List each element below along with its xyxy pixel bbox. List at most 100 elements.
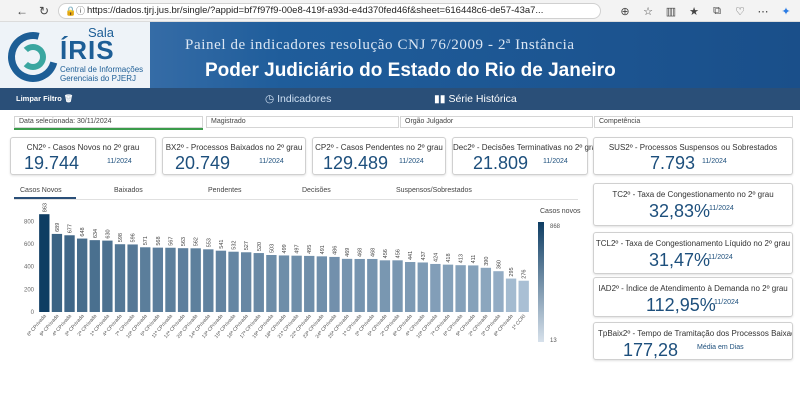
bar[interactable] bbox=[468, 265, 479, 312]
split-screen-icon[interactable]: ▥ bbox=[663, 3, 679, 19]
bar-value-label: 863 bbox=[42, 203, 48, 212]
bar[interactable] bbox=[228, 251, 239, 312]
bar[interactable] bbox=[89, 240, 100, 312]
bar[interactable] bbox=[442, 264, 454, 312]
bar[interactable] bbox=[278, 255, 290, 312]
rate-card-tc2[interactable]: TC2º - Taxa de Congestionamento no 2º gr… bbox=[593, 183, 793, 226]
copilot-icon[interactable]: ✦ bbox=[778, 3, 794, 19]
bar-value-label: 677 bbox=[68, 224, 74, 233]
favorites-list-icon[interactable]: ★ bbox=[686, 3, 702, 19]
health-icon[interactable]: ♡ bbox=[732, 3, 748, 19]
bar[interactable] bbox=[152, 247, 164, 312]
tab-decisoes[interactable]: Decisões bbox=[302, 187, 331, 194]
legend-max: 868 bbox=[550, 224, 561, 230]
kpi-period: 11/2024 bbox=[399, 158, 424, 165]
bar[interactable] bbox=[430, 263, 441, 312]
bar[interactable] bbox=[114, 244, 126, 312]
tab-history[interactable]: ▮▮ Série Histórica bbox=[434, 93, 517, 105]
bar[interactable] bbox=[127, 244, 138, 312]
filter-competence-label: Competência bbox=[599, 118, 641, 125]
bar-chart-icon: ▮▮ bbox=[434, 93, 446, 105]
bar-value-label: 276 bbox=[522, 270, 528, 279]
clear-filter-button[interactable]: Limpar Filtro 🗑 bbox=[16, 94, 73, 103]
y-tick-label: 400 bbox=[24, 265, 35, 271]
rate-card-tpbaix2[interactable]: TpBaix2º - Tempo de Tramitação dos Proce… bbox=[593, 322, 793, 360]
kpi-card-sus2[interactable]: SUS2º - Processos Suspensos ou Sobrestad… bbox=[593, 137, 793, 175]
tab-indicators[interactable]: ◷ Indicadores bbox=[265, 93, 331, 105]
casos-novos-bar-chart[interactable]: 0 200 400 600 800 863 689 677 648 634 630 598 596 57… bbox=[10, 200, 580, 390]
bar[interactable] bbox=[140, 247, 151, 312]
kpi-card-cn2[interactable]: CN2º - Casos Novos no 2º grau 19.744 11/… bbox=[10, 137, 156, 175]
bar[interactable] bbox=[253, 253, 264, 312]
tab-baixados[interactable]: Baixados bbox=[114, 187, 143, 194]
more-icon[interactable]: ⋯ bbox=[755, 3, 771, 19]
bar[interactable] bbox=[240, 252, 252, 312]
bar[interactable] bbox=[505, 278, 517, 312]
bar-value-label: 553 bbox=[206, 238, 212, 247]
bar[interactable] bbox=[291, 255, 302, 312]
bar[interactable] bbox=[329, 256, 340, 312]
bar-value-label: 568 bbox=[156, 236, 162, 245]
rate-value: 31,47% bbox=[649, 250, 711, 270]
bar[interactable] bbox=[203, 249, 214, 312]
bar[interactable] bbox=[51, 233, 63, 312]
bar[interactable] bbox=[76, 238, 88, 312]
bar[interactable] bbox=[165, 247, 176, 312]
legend-min: 13 bbox=[550, 338, 557, 344]
bar[interactable] bbox=[518, 280, 529, 312]
zoom-icon[interactable]: ⊕ bbox=[617, 3, 633, 19]
bar[interactable] bbox=[304, 255, 315, 312]
bar-value-label: 495 bbox=[307, 245, 313, 254]
bar[interactable] bbox=[455, 265, 466, 312]
bar[interactable] bbox=[39, 214, 50, 312]
bar-value-label: 491 bbox=[320, 245, 326, 254]
rate-card-tcl2[interactable]: TCL2º - Taxa de Congestionamento Líquido… bbox=[593, 232, 793, 274]
rate-period: 11/2024 bbox=[709, 205, 734, 212]
bars: 863 689 677 648 634 630 598 596 571 568 567 563 562 5… bbox=[39, 203, 529, 312]
back-icon[interactable]: ← bbox=[14, 3, 30, 19]
site-info-icon[interactable]: ⓘ bbox=[76, 4, 85, 18]
bar-value-label: 562 bbox=[194, 237, 200, 246]
rate-period: Média em Dias bbox=[697, 344, 744, 351]
bar-value-label: 424 bbox=[433, 253, 439, 262]
kpi-period: 11/2024 bbox=[107, 158, 132, 165]
refresh-icon[interactable]: ↻ bbox=[36, 3, 52, 19]
bar[interactable] bbox=[341, 258, 353, 312]
tab-pendentes[interactable]: Pendentes bbox=[208, 187, 241, 194]
filter-magistrate[interactable]: Magistrado bbox=[206, 116, 399, 128]
bar[interactable] bbox=[404, 262, 416, 312]
rate-card-iad2[interactable]: IAD2º - Índice de Atendimento à Demanda … bbox=[593, 277, 793, 317]
bar[interactable] bbox=[215, 250, 227, 312]
bar[interactable] bbox=[64, 235, 75, 312]
kpi-value: 129.489 bbox=[323, 153, 389, 173]
bar[interactable] bbox=[354, 258, 365, 312]
bar-value-label: 469 bbox=[345, 248, 351, 257]
bar[interactable] bbox=[367, 258, 378, 312]
bar[interactable] bbox=[177, 248, 189, 312]
filter-competence[interactable]: Competência bbox=[594, 116, 793, 128]
kpi-card-dec2[interactable]: Dec2º - Decisões Terminativas no 2º grau… bbox=[452, 137, 601, 175]
kpi-card-bx2[interactable]: BX2º - Processos Baixados no 2º grau 20.… bbox=[162, 137, 306, 175]
bar[interactable] bbox=[493, 271, 504, 312]
bar[interactable] bbox=[379, 260, 391, 312]
bar[interactable] bbox=[266, 254, 277, 312]
filter-organ[interactable]: Orgão Julgador bbox=[400, 116, 593, 128]
favorite-icon[interactable]: ☆ bbox=[640, 3, 656, 19]
bar[interactable] bbox=[480, 267, 492, 312]
bar[interactable] bbox=[392, 260, 403, 312]
bar-value-label: 598 bbox=[118, 233, 124, 242]
bar[interactable] bbox=[417, 262, 428, 312]
bar-value-label: 648 bbox=[80, 227, 86, 236]
tab-suspensos[interactable]: Suspensos/Sobrestados bbox=[396, 187, 472, 194]
kpi-card-cp2[interactable]: CP2º - Casos Pendentes no 2º grau 129.48… bbox=[312, 137, 446, 175]
bar[interactable] bbox=[316, 256, 328, 312]
tab-casos-novos[interactable]: Casos Novos bbox=[20, 187, 62, 194]
bar[interactable] bbox=[190, 248, 201, 312]
collections-icon[interactable]: ⧉ bbox=[709, 3, 725, 19]
filter-date[interactable]: Data selecionada: 30/11/2024 bbox=[14, 116, 203, 128]
clear-filter-label: Limpar Filtro bbox=[16, 94, 62, 103]
url-bar[interactable]: 🔒 ⓘ https://dados.tjrj.jus.br/single/?ap… bbox=[58, 3, 601, 19]
bar-value-label: 499 bbox=[282, 244, 288, 253]
filter-magistrate-label: Magistrado bbox=[211, 118, 246, 125]
bar[interactable] bbox=[102, 240, 113, 312]
